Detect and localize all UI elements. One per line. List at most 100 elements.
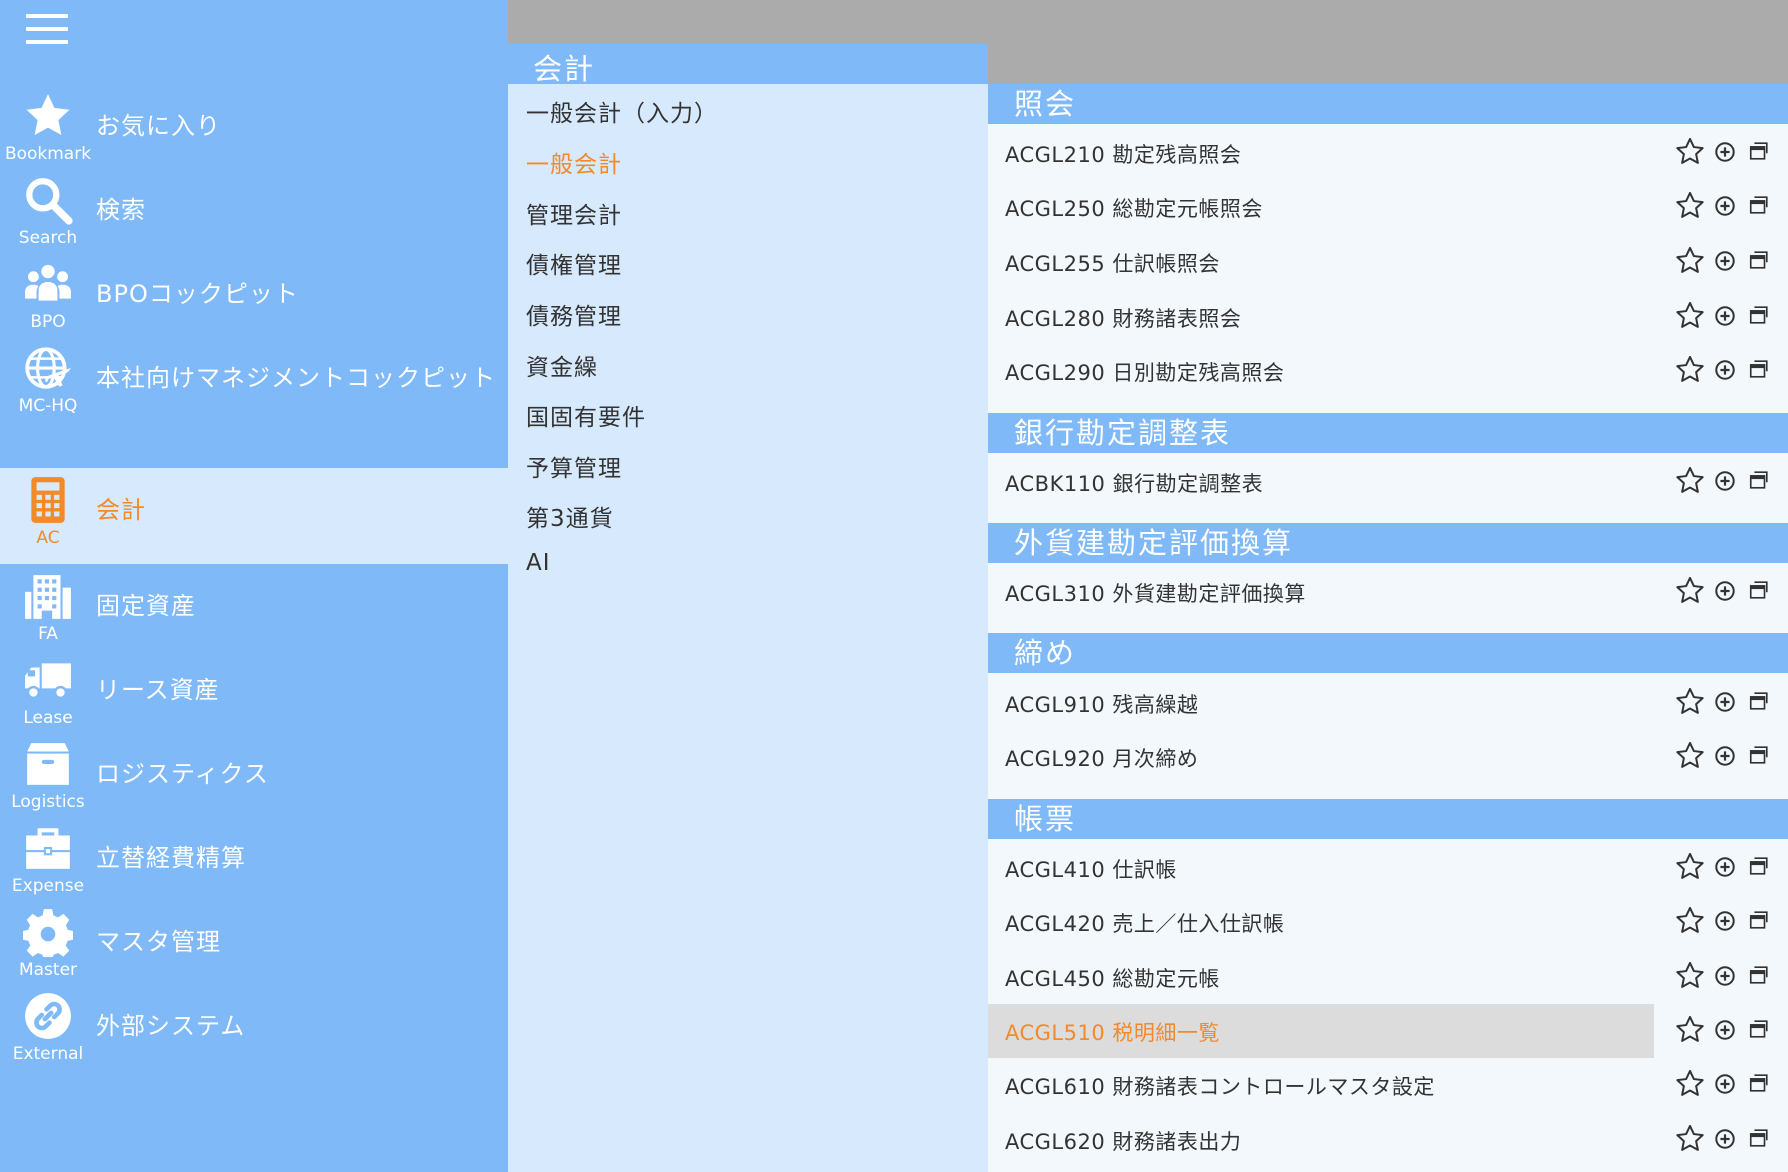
plus-circle-icon[interactable] xyxy=(1714,745,1736,767)
sidebar-item-bookmark[interactable]: Bookmark お気に入り xyxy=(0,84,508,180)
new-window-icon[interactable] xyxy=(1748,964,1770,986)
sidebar-item-bpo[interactable]: BPO BPOコックピット xyxy=(0,252,508,348)
plus-circle-icon[interactable] xyxy=(1714,195,1736,217)
program-row-highlighted[interactable]: ACGL510 税明細一覧 xyxy=(988,1004,1788,1058)
submenu-item[interactable]: 管理会計 xyxy=(526,196,622,230)
program-name[interactable]: ACGL920 月次締め xyxy=(1005,743,1198,773)
star-outline-icon[interactable] xyxy=(1674,136,1706,168)
program-name[interactable]: ACGL255 仕訳帳照会 xyxy=(1005,248,1220,278)
new-window-icon[interactable] xyxy=(1748,249,1770,271)
program-row[interactable]: ACBK110 銀行勘定調整表 xyxy=(988,455,1788,509)
star-outline-icon[interactable] xyxy=(1674,686,1706,718)
plus-circle-icon[interactable] xyxy=(1714,691,1736,713)
plus-circle-icon[interactable] xyxy=(1714,910,1736,932)
program-row[interactable]: ACGL290 日別勘定残高照会 xyxy=(988,344,1788,398)
submenu-item[interactable]: AI xyxy=(526,550,551,576)
submenu-item[interactable]: 債権管理 xyxy=(526,246,622,280)
star-outline-icon[interactable] xyxy=(1674,960,1706,992)
new-window-icon[interactable] xyxy=(1748,194,1770,216)
plus-circle-icon[interactable] xyxy=(1714,856,1736,878)
program-row[interactable]: ACGL280 財務諸表照会 xyxy=(988,290,1788,344)
sidebar-item-search[interactable]: Search 検索 xyxy=(0,168,508,264)
sidebar-item-expense[interactable]: Expense 立替経費精算 xyxy=(0,816,508,912)
sidebar-item-mc-hq[interactable]: MC-HQ 本社向けマネジメントコックピット xyxy=(0,336,508,432)
program-row[interactable]: ACGL620 財務諸表出力 xyxy=(988,1113,1788,1167)
submenu-item[interactable]: 予算管理 xyxy=(526,449,622,483)
program-name[interactable]: ACGL510 税明細一覧 xyxy=(1005,1017,1220,1047)
program-name[interactable]: ACGL310 外貨建勘定評価換算 xyxy=(1005,578,1306,608)
plus-circle-icon[interactable] xyxy=(1714,250,1736,272)
plus-circle-icon[interactable] xyxy=(1714,1128,1736,1150)
hamburger-menu-icon[interactable] xyxy=(26,14,68,44)
new-window-icon[interactable] xyxy=(1748,1127,1770,1149)
row-actions xyxy=(1674,740,1774,772)
sidebar-item-lease[interactable]: Lease リース資産 xyxy=(0,648,508,744)
program-row[interactable]: ACGL910 残高繰越 xyxy=(988,676,1788,730)
program-name[interactable]: ACGL420 売上／仕入仕訳帳 xyxy=(1005,908,1284,938)
program-name[interactable]: ACBK110 銀行勘定調整表 xyxy=(1005,468,1263,498)
program-row[interactable]: ACGL610 財務諸表コントロールマスタ設定 xyxy=(988,1058,1788,1112)
submenu-item[interactable]: 債務管理 xyxy=(526,297,622,331)
program-name[interactable]: ACGL410 仕訳帳 xyxy=(1005,854,1177,884)
program-row[interactable]: ACGL310 外貨建勘定評価換算 xyxy=(988,565,1788,619)
star-outline-icon[interactable] xyxy=(1674,1068,1706,1100)
star-outline-icon[interactable] xyxy=(1674,575,1706,607)
program-name[interactable]: ACGL250 総勘定元帳照会 xyxy=(1005,193,1263,223)
star-outline-icon[interactable] xyxy=(1674,1123,1706,1155)
star-outline-icon[interactable] xyxy=(1674,851,1706,883)
submenu-item[interactable]: 一般会計（入力） xyxy=(526,94,718,128)
plus-circle-icon[interactable] xyxy=(1714,141,1736,163)
program-row[interactable]: ACGL920 月次締め xyxy=(988,730,1788,784)
new-window-icon[interactable] xyxy=(1748,909,1770,931)
plus-circle-icon[interactable] xyxy=(1714,1073,1736,1095)
program-row[interactable]: ACGL250 総勘定元帳照会 xyxy=(988,180,1788,234)
plus-circle-icon[interactable] xyxy=(1714,580,1736,602)
plus-circle-icon[interactable] xyxy=(1714,470,1736,492)
new-window-icon[interactable] xyxy=(1748,358,1770,380)
new-window-icon[interactable] xyxy=(1748,690,1770,712)
program-name[interactable]: ACGL450 総勘定元帳 xyxy=(1005,963,1220,993)
star-outline-icon[interactable] xyxy=(1674,245,1706,277)
new-window-icon[interactable] xyxy=(1748,579,1770,601)
new-window-icon[interactable] xyxy=(1748,469,1770,491)
program-row[interactable]: ACGL255 仕訳帳照会 xyxy=(988,235,1788,289)
star-outline-icon[interactable] xyxy=(1674,300,1706,332)
program-row[interactable]: ACGL450 総勘定元帳 xyxy=(988,950,1788,1004)
sidebar-item-logistics[interactable]: Logistics ロジスティクス xyxy=(0,732,508,828)
submenu-item[interactable]: 資金繰 xyxy=(526,348,598,382)
star-outline-icon[interactable] xyxy=(1674,354,1706,386)
program-row[interactable]: ACGL420 売上／仕入仕訳帳 xyxy=(988,895,1788,949)
program-name[interactable]: ACGL620 財務諸表出力 xyxy=(1005,1126,1241,1156)
new-window-icon[interactable] xyxy=(1748,744,1770,766)
star-outline-icon[interactable] xyxy=(1674,190,1706,222)
sidebar-item-external[interactable]: External 外部システム xyxy=(0,984,508,1080)
new-window-icon[interactable] xyxy=(1748,855,1770,877)
plus-circle-icon[interactable] xyxy=(1714,1019,1736,1041)
star-outline-icon[interactable] xyxy=(1674,905,1706,937)
program-name[interactable]: ACGL910 残高繰越 xyxy=(1005,689,1198,719)
program-name[interactable]: ACGL280 財務諸表照会 xyxy=(1005,303,1241,333)
star-outline-icon[interactable] xyxy=(1674,740,1706,772)
program-name[interactable]: ACGL610 財務諸表コントロールマスタ設定 xyxy=(1005,1071,1435,1101)
new-window-icon[interactable] xyxy=(1748,304,1770,326)
new-window-icon[interactable] xyxy=(1748,140,1770,162)
plus-circle-icon[interactable] xyxy=(1714,305,1736,327)
program-name[interactable]: ACGL210 勘定残高照会 xyxy=(1005,139,1241,169)
submenu-item-active[interactable]: 一般会計 xyxy=(526,145,622,179)
star-outline-icon[interactable] xyxy=(1674,1014,1706,1046)
submenu-item[interactable]: 第3通貨 xyxy=(526,499,614,533)
program-name[interactable]: ACGL290 日別勘定残高照会 xyxy=(1005,357,1284,387)
row-actions xyxy=(1674,354,1774,386)
sidebar-item-master[interactable]: Master マスタ管理 xyxy=(0,900,508,996)
program-row[interactable]: ACGL410 仕訳帳 xyxy=(988,841,1788,895)
plus-circle-icon[interactable] xyxy=(1714,965,1736,987)
new-window-icon[interactable] xyxy=(1748,1072,1770,1094)
new-window-icon[interactable] xyxy=(1748,1018,1770,1040)
submenu-item[interactable]: 国固有要件 xyxy=(526,398,646,432)
star-outline-icon[interactable] xyxy=(1674,465,1706,497)
plus-circle-icon[interactable] xyxy=(1714,359,1736,381)
program-row[interactable]: ACGL210 勘定残高照会 xyxy=(988,126,1788,180)
sidebar-item-fa[interactable]: FA 固定資産 xyxy=(0,564,508,660)
sidebar-item-ac[interactable]: AC 会計 xyxy=(0,468,508,564)
section-title: 照会 xyxy=(1014,87,1077,121)
